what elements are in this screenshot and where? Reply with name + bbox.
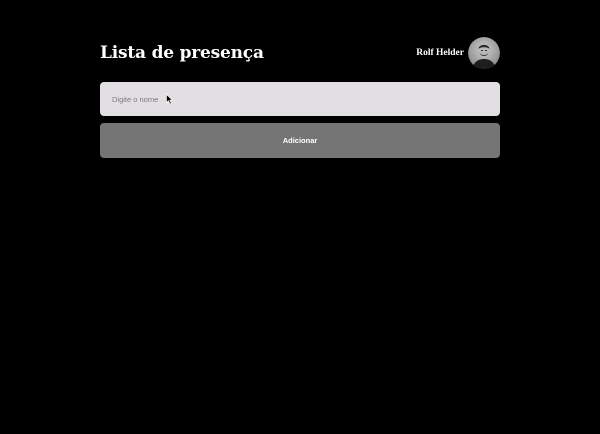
app-container: Lista de presença Rolf Helder A xyxy=(100,36,500,158)
user-profile: Rolf Helder xyxy=(416,37,500,69)
add-button[interactable]: Adicionar xyxy=(100,123,500,158)
header: Lista de presença Rolf Helder xyxy=(100,36,500,70)
name-input[interactable] xyxy=(100,82,500,116)
page-title: Lista de presença xyxy=(100,43,264,63)
user-avatar-icon xyxy=(468,37,500,69)
user-name: Rolf Helder xyxy=(416,48,464,58)
